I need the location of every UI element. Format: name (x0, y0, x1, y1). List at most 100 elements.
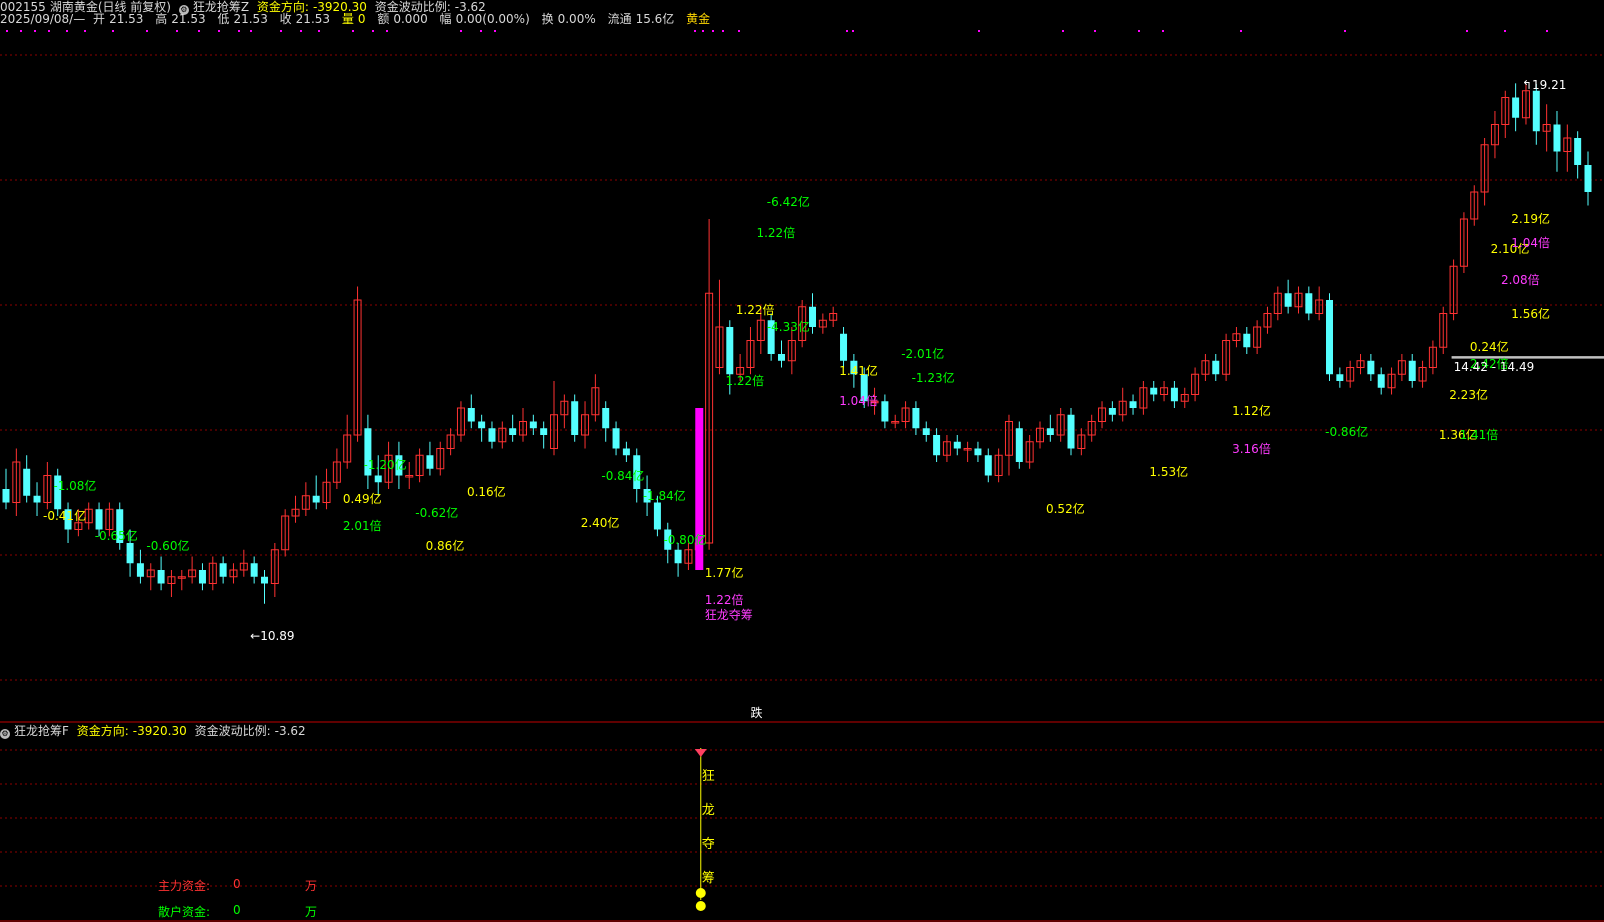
data-label: 1.22倍 (704, 593, 744, 608)
sub-indicator-name[interactable]: 狂龙抢筹F (14, 724, 69, 738)
signal-dot (84, 30, 86, 32)
vertical-char: 夺 (701, 837, 715, 852)
signal-dot (34, 30, 36, 32)
candle-body-down (1015, 428, 1023, 462)
candle-body-down (529, 421, 537, 429)
gear-icon-sub[interactable]: ⚙ (0, 729, 10, 739)
sub-fund-dir-value: -3920.30 (132, 724, 187, 738)
candle-body-down (612, 428, 620, 449)
candle-body-down (1336, 374, 1344, 381)
candle-body-down (478, 421, 486, 429)
signal-dot (48, 30, 50, 32)
candle-body-down (488, 428, 496, 442)
signal-dot (722, 30, 724, 32)
candle-body-down (1377, 374, 1385, 388)
retail-fund-value: 0 (233, 903, 241, 917)
candle-body-down (312, 495, 320, 503)
kline-chart[interactable] (0, 0, 1604, 922)
signal-dot (176, 30, 178, 32)
data-label: 1.04倍 (1511, 235, 1550, 250)
signal-dot (1466, 30, 1468, 32)
signal-dot (1138, 30, 1140, 32)
candle-body-down (1170, 387, 1178, 402)
main-fund-value: 0 (233, 877, 241, 891)
data-label: 0.86亿 (425, 539, 465, 554)
candle-body-down (2, 489, 10, 503)
vertical-char: 狂 (701, 769, 715, 784)
data-label: 0.16亿 (466, 485, 506, 500)
data-label: -0.62亿 (415, 505, 459, 520)
candle-body-down (726, 327, 734, 375)
candle-body-down (571, 401, 579, 435)
signal-dot (702, 30, 704, 32)
signal-dot (146, 30, 148, 32)
signal-dot (372, 30, 374, 32)
data-label: 2.08倍 (1500, 272, 1540, 287)
data-label: -1.08亿 (53, 478, 97, 493)
signal-dot (112, 30, 114, 32)
signal-dot (480, 30, 482, 32)
data-label: 1.04倍 (839, 394, 878, 409)
data-label: 狂龙夺筹 (704, 608, 753, 623)
retail-fund-unit: 万 (305, 905, 318, 919)
candle-body-down (1367, 360, 1375, 375)
data-label: -2.01亿 (901, 347, 945, 361)
data-label: -1.84亿 (642, 488, 686, 503)
data-label: 1.22倍 (756, 225, 796, 240)
candle-body-down (1553, 124, 1561, 152)
coin-icon (695, 901, 706, 911)
vertical-char: 筹 (701, 871, 715, 886)
signal-dot (238, 30, 240, 32)
candle-body-down (157, 570, 165, 584)
candle-body-down (219, 563, 227, 577)
signal-dot (1162, 30, 1164, 32)
candle-body-down (1129, 401, 1137, 408)
signal-dot (846, 30, 848, 32)
candle-body-down (809, 306, 817, 327)
candle-body-down (912, 408, 920, 429)
candle-body-down (974, 448, 982, 456)
data-label: 1.56亿 (1511, 306, 1550, 321)
main-fund-unit: 万 (305, 879, 318, 893)
vertical-char: 龙 (701, 803, 715, 818)
data-label: 1.77亿 (704, 566, 744, 581)
sub-fund-ratio-value: -3.62 (274, 724, 306, 738)
candle-body-down (840, 333, 848, 361)
signal-dot (318, 30, 320, 32)
candle-body-down (1584, 165, 1592, 192)
signal-dot (1094, 30, 1096, 32)
candle-body-down (198, 570, 206, 584)
candle-body-down (126, 543, 134, 564)
candle-body-down (426, 455, 434, 469)
data-label: -0.86亿 (1325, 424, 1369, 439)
candle-body-down (1067, 414, 1075, 449)
signal-dot (218, 30, 220, 32)
data-label: -1.23亿 (911, 370, 955, 385)
sub-header-bar: ⚙ 狂龙抢筹F 资金方向: -3920.30 资金波动比例: -3.62 (0, 724, 310, 739)
signal-dot (694, 30, 696, 32)
signal-dot (20, 30, 22, 32)
signal-dot (1344, 30, 1346, 32)
low-mark: ←10.89 (250, 628, 295, 643)
candle-body-down (250, 563, 258, 577)
data-label: 3.16倍 (1232, 441, 1271, 456)
signal-dot (1504, 30, 1506, 32)
signal-dot (1546, 30, 1548, 32)
candle-body-down (1574, 138, 1582, 165)
signal-dot (300, 30, 302, 32)
signal-dot (386, 30, 388, 32)
candle-body-down (622, 448, 630, 456)
data-label: 1.12亿 (1232, 404, 1271, 419)
candle-body-down (1408, 360, 1416, 381)
data-label: 0.24亿 (1469, 340, 1509, 355)
signal-dot (6, 30, 8, 32)
candle-body-down (674, 549, 682, 564)
candle-body-down (602, 408, 610, 429)
data-label: -4.33亿 (766, 320, 810, 334)
main-fund-label: 主力资金: (158, 879, 211, 893)
signal-dot (280, 30, 282, 32)
candle-body-down (509, 428, 517, 435)
candle-body-down (33, 495, 41, 503)
candle-body-down (1108, 408, 1116, 415)
data-label: 2.40亿 (580, 515, 620, 530)
